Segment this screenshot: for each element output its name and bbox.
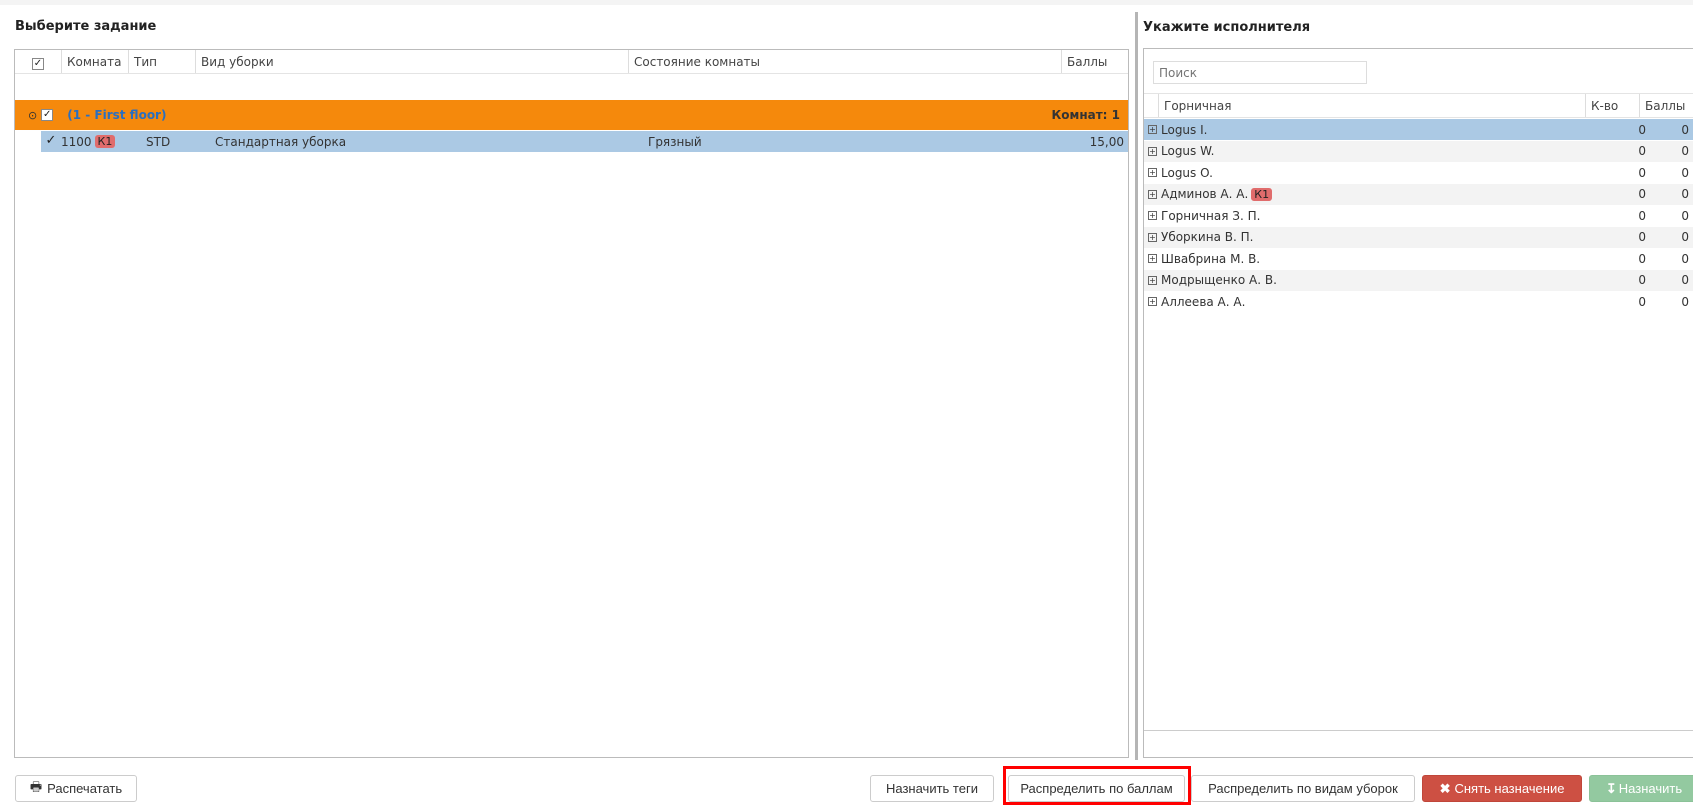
maid-points: 0: [1681, 208, 1689, 223]
maid-points: 0: [1681, 165, 1689, 180]
tasks-grid: ✓ Комната Тип Вид уборки Состояние комна…: [14, 49, 1129, 758]
maid-count: 0: [1638, 165, 1646, 180]
list-item[interactable]: + Админов А. А. К1 0 0: [1144, 183, 1693, 205]
col-maid[interactable]: Горничная: [1159, 94, 1586, 117]
maid-name: Logus W.: [1161, 144, 1215, 158]
col-type[interactable]: Тип: [129, 50, 196, 73]
table-row[interactable]: ✓ 1100 К1 STD Стандартная уборка Грязный…: [41, 131, 1128, 152]
unassign-label: Снять назначение: [1454, 781, 1565, 796]
group-label: (1 - First floor): [67, 108, 167, 122]
maid-count: 0: [1638, 122, 1646, 137]
list-item[interactable]: + Уборкина В. П. 0 0: [1144, 226, 1693, 248]
maid-count: 0: [1638, 187, 1646, 201]
row-checkbox[interactable]: ✓: [45, 134, 57, 148]
room-type: STD: [146, 134, 171, 149]
maid-name: Уборкина В. П.: [1161, 230, 1254, 244]
print-button[interactable]: 🖶 Распечатать: [15, 775, 137, 802]
maid-count: 0: [1638, 144, 1646, 158]
tasks-grid-header: ✓ Комната Тип Вид уборки Состояние комна…: [15, 50, 1128, 74]
expand-icon[interactable]: +: [1148, 297, 1157, 306]
expand-col: [1144, 94, 1159, 117]
assign-label: Назначить: [1618, 781, 1683, 796]
distribute-by-points-button[interactable]: Распределить по баллам: [1008, 775, 1185, 802]
list-item[interactable]: + Горничная З. П. 0 0: [1144, 205, 1693, 226]
maid-points: 0: [1681, 273, 1689, 287]
assign-button[interactable]: ↧ Назначить: [1589, 775, 1693, 802]
maid-points: 0: [1681, 230, 1689, 244]
maid-count: 0: [1638, 294, 1646, 309]
maid-name: Модрыщенко А. В.: [1161, 273, 1277, 287]
col-cleaning[interactable]: Вид уборки: [196, 50, 629, 73]
collapse-icon[interactable]: ⊙: [28, 109, 37, 122]
list-item[interactable]: + Модрыщенко А. В. 0 0: [1144, 269, 1693, 291]
list-item[interactable]: + Logus I. 0 0: [1144, 119, 1693, 140]
grid-footer: [1144, 730, 1693, 731]
maid-badge: К1: [1251, 187, 1273, 201]
room-points: 15,00: [1089, 134, 1124, 149]
expand-icon[interactable]: +: [1148, 125, 1157, 134]
distribute-by-types-button[interactable]: Распределить по видам уборок: [1191, 775, 1415, 802]
top-bar: [0, 0, 1693, 5]
maid-points: 0: [1681, 294, 1689, 309]
maid-count: 0: [1638, 273, 1646, 287]
maid-name: Админов А. А.: [1161, 187, 1249, 201]
select-all-checkbox[interactable]: ✓: [15, 50, 62, 73]
expand-icon[interactable]: +: [1148, 168, 1157, 177]
maid-name: Logus O.: [1161, 165, 1213, 180]
maid-count: 0: [1638, 251, 1646, 266]
list-item[interactable]: + Аллеева А. А. 0 0: [1144, 291, 1693, 312]
maid-points: 0: [1681, 122, 1689, 137]
maid-points: 0: [1681, 251, 1689, 266]
arrow-down-icon: ↧: [1605, 780, 1617, 796]
col-maid-points[interactable]: Баллы: [1640, 94, 1693, 117]
expand-icon[interactable]: +: [1148, 254, 1157, 263]
maid-name: Logus I.: [1161, 122, 1208, 137]
col-points[interactable]: Баллы: [1062, 50, 1128, 73]
panel-splitter[interactable]: [1135, 12, 1138, 760]
list-item[interactable]: + Швабрина М. В. 0 0: [1144, 248, 1693, 269]
maid-count: 0: [1638, 208, 1646, 223]
maid-points: 0: [1681, 144, 1689, 158]
expand-icon[interactable]: +: [1148, 275, 1157, 285]
group-checkbox[interactable]: ✓: [41, 109, 54, 121]
col-count[interactable]: К-во: [1586, 94, 1640, 117]
assign-tags-button[interactable]: Назначить теги: [870, 775, 994, 802]
maids-grid: Горничная К-во Баллы + Logus I. 0 0+ Log…: [1143, 48, 1693, 758]
print-icon: 🖶: [29, 778, 43, 794]
room-state: Грязный: [648, 134, 702, 149]
maid-name: Швабрина М. В.: [1161, 251, 1261, 266]
cleaning-type: Стандартная уборка: [215, 134, 347, 149]
list-item[interactable]: + Logus O. 0 0: [1144, 162, 1693, 183]
expand-icon[interactable]: +: [1148, 146, 1157, 156]
col-state[interactable]: Состояние комнаты: [629, 50, 1062, 73]
maid-name: Аллеева А. А.: [1161, 294, 1246, 309]
group-row[interactable]: ⊙ ✓ (1 - First floor) Комнат: 1: [15, 100, 1128, 130]
group-count: Комнат: 1: [1051, 108, 1120, 122]
maid-count: 0: [1638, 230, 1646, 244]
room-number: 1100: [61, 134, 92, 149]
col-room[interactable]: Комната: [62, 50, 129, 73]
maid-name: Горничная З. П.: [1161, 208, 1261, 223]
expand-icon[interactable]: +: [1148, 189, 1157, 199]
expand-icon[interactable]: +: [1148, 211, 1157, 220]
list-item[interactable]: + Logus W. 0 0: [1144, 140, 1693, 162]
search-input[interactable]: [1153, 61, 1367, 84]
unassign-button[interactable]: ✖ Снять назначение: [1422, 775, 1582, 802]
left-panel-title: Выберите задание: [15, 19, 157, 34]
maids-grid-header: Горничная К-во Баллы: [1144, 93, 1693, 118]
expand-icon[interactable]: +: [1148, 232, 1157, 242]
right-panel-title: Укажите исполнителя: [1143, 20, 1311, 35]
print-label: Распечатать: [47, 781, 123, 796]
close-icon: ✖: [1439, 780, 1451, 796]
room-badge: К1: [94, 135, 116, 148]
maid-points: 0: [1681, 187, 1689, 201]
